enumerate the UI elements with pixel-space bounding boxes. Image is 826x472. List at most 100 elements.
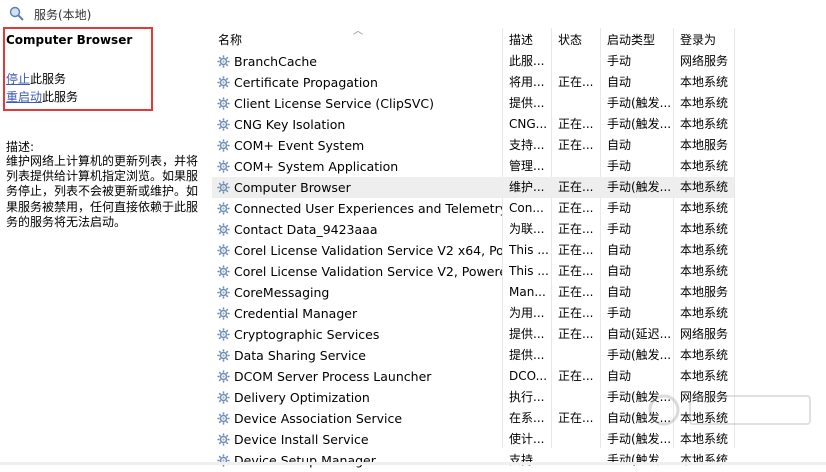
service-description-cell: 支持... <box>509 138 545 152</box>
table-row[interactable]: COM+ System Application 管理... 手动 本地系统 <box>212 156 734 177</box>
column-header-startup-type[interactable]: 启动类型 <box>607 30 655 50</box>
service-description-cell: 此服... <box>509 54 545 68</box>
service-status-cell <box>558 345 598 366</box>
service-gear-icon <box>216 159 231 174</box>
service-startup-cell: 自动 <box>607 264 632 278</box>
service-startup-cell: 手动 <box>607 54 632 68</box>
service-gear-icon <box>216 327 231 342</box>
service-description-cell: 支持... <box>509 453 545 467</box>
table-row[interactable]: Device Setup Manager 支持... 手动(触发... 本地系统 <box>212 450 734 471</box>
service-name-cell: Device Install Service <box>234 432 369 447</box>
service-name-cell: Connected User Experiences and Telemetry <box>234 201 502 216</box>
service-logon-cell: 本地系统 <box>680 222 729 236</box>
service-status-cell <box>558 450 598 471</box>
service-description-cell: 为联... <box>509 222 545 236</box>
service-description-cell: 管理... <box>509 159 545 173</box>
service-name-cell: Certificate Propagation <box>234 75 378 90</box>
service-gear-icon <box>216 138 231 153</box>
service-status-cell: 正在... <box>558 411 594 425</box>
service-logon-cell: 本地系统 <box>680 117 729 131</box>
service-name-cell: CoreMessaging <box>234 285 330 300</box>
service-logon-cell: 本地系统 <box>680 180 729 194</box>
service-name-cell: Computer Browser <box>234 180 351 195</box>
service-startup-cell: 手动(触发... <box>607 117 671 131</box>
service-startup-cell: 手动(触发... <box>607 96 671 110</box>
service-name-cell: DCOM Server Process Launcher <box>234 369 432 384</box>
service-status-cell: 正在... <box>558 180 594 194</box>
service-gear-icon <box>216 432 231 447</box>
service-logon-cell: 本地服务 <box>680 285 729 299</box>
service-gear-icon <box>216 411 231 426</box>
service-logon-cell: 本地系统 <box>680 159 729 173</box>
restart-service-link[interactable]: 重启动 <box>6 90 42 104</box>
service-gear-icon <box>216 369 231 384</box>
service-startup-cell: 手动 <box>607 222 632 236</box>
table-row[interactable]: COM+ Event System 支持... 正在... 自动 本地服务 <box>212 135 734 156</box>
table-row[interactable]: Corel License Validation Service V2, Pow… <box>212 261 734 282</box>
service-name-cell: BranchCache <box>234 54 317 69</box>
service-gear-icon <box>216 390 231 405</box>
table-row[interactable]: BranchCache 此服... 手动 网络服务 <box>212 51 734 72</box>
stop-service-link[interactable]: 停止 <box>6 72 30 86</box>
table-row[interactable]: Certificate Propagation 将用... 正在... 自动 本地系统 <box>212 72 734 93</box>
service-description-cell: CNG... <box>509 117 548 131</box>
service-status-cell: 正在... <box>558 285 594 299</box>
table-row[interactable]: Contact Data_9423aaa 为联... 正在... 手动 本地系统 <box>212 219 734 240</box>
service-status-cell: 正在... <box>558 243 594 257</box>
column-header-logon-as[interactable]: 登录为 <box>680 30 716 50</box>
service-description-cell: 执行... <box>509 390 545 404</box>
service-startup-cell: 手动(触发... <box>607 348 671 362</box>
restart-action-rest: 此服务 <box>42 90 79 104</box>
service-description-cell: 提供... <box>509 96 545 110</box>
service-status-cell <box>558 51 598 72</box>
service-logon-cell: 本地服务 <box>680 138 729 152</box>
service-gear-icon <box>216 264 231 279</box>
service-logon-cell: 本地系统 <box>680 75 729 89</box>
service-gear-icon <box>216 117 231 132</box>
service-logon-cell: 网络服务 <box>680 327 729 341</box>
table-row[interactable]: CNG Key Isolation CNG... 正在... 手动(触发... 本地系统 <box>212 114 734 135</box>
service-gear-icon <box>216 306 231 321</box>
service-name-cell: Cryptographic Services <box>234 327 380 342</box>
table-row-selected[interactable]: Computer Browser 维护... 正在... 手动(触发... 本地系统 <box>212 177 734 198</box>
watermark-logo-icon <box>648 394 811 426</box>
service-startup-cell: 手动 <box>607 201 632 215</box>
table-row[interactable]: Data Sharing Service 提供... 手动(触发... 本地系统 <box>212 345 734 366</box>
service-startup-cell: 手动 <box>607 306 632 320</box>
service-logon-cell: 本地系统 <box>680 243 729 257</box>
table-row[interactable]: Cryptographic Services 提供... 正在... 自动(延迟...… <box>212 324 734 345</box>
service-description-cell: Con... <box>509 201 544 215</box>
stop-action-rest: 此服务 <box>30 72 67 86</box>
column-header-name[interactable]: 名称 <box>218 30 242 50</box>
service-logon-cell: 本地系统 <box>680 348 729 362</box>
table-row[interactable]: Connected User Experiences and Telemetry… <box>212 198 734 219</box>
service-status-cell: 正在... <box>558 117 594 131</box>
table-row[interactable]: Credential Manager 为用... 正在... 手动 本地系统 <box>212 303 734 324</box>
service-name-cell: Delivery Optimization <box>234 390 370 405</box>
service-name-cell: Credential Manager <box>234 306 358 321</box>
service-startup-cell: 自动(延迟... <box>607 327 671 341</box>
service-status-cell: 正在... <box>558 222 594 236</box>
table-row[interactable]: CoreMessaging Man... 正在... 自动 本地服务 <box>212 282 734 303</box>
service-name-cell: Contact Data_9423aaa <box>234 222 378 237</box>
table-row[interactable]: Client License Service (ClipSVC) 提供... 手动(… <box>212 93 734 114</box>
service-startup-cell: 手动(触发... <box>607 180 671 194</box>
service-status-cell: 正在... <box>558 327 594 341</box>
service-description-cell: This ... <box>509 264 549 278</box>
service-gear-icon <box>216 201 231 216</box>
service-logon-cell: 网络服务 <box>680 54 729 68</box>
service-name-cell: Corel License Validation Service V2 x64,… <box>234 243 502 258</box>
table-row[interactable]: Corel License Validation Service V2 x64,… <box>212 240 734 261</box>
column-header-status[interactable]: 状态 <box>558 30 582 50</box>
service-description-cell: 在系... <box>509 411 545 425</box>
service-name-cell: COM+ System Application <box>234 159 399 174</box>
service-status-cell: 正在... <box>558 201 594 215</box>
column-header-description[interactable]: 描述 <box>509 30 533 50</box>
service-status-cell: 正在... <box>558 138 594 152</box>
service-gear-icon <box>216 75 231 90</box>
service-description-cell: DCO... <box>509 369 548 383</box>
service-name-cell: Data Sharing Service <box>234 348 366 363</box>
service-description-cell: 提供... <box>509 348 545 362</box>
window-title: 服务(本地) <box>34 8 92 22</box>
service-description: 维护网络上计算机的更新列表，并将列表提供给计算机指定浏览。如果服务停止，列表不会… <box>6 154 199 229</box>
